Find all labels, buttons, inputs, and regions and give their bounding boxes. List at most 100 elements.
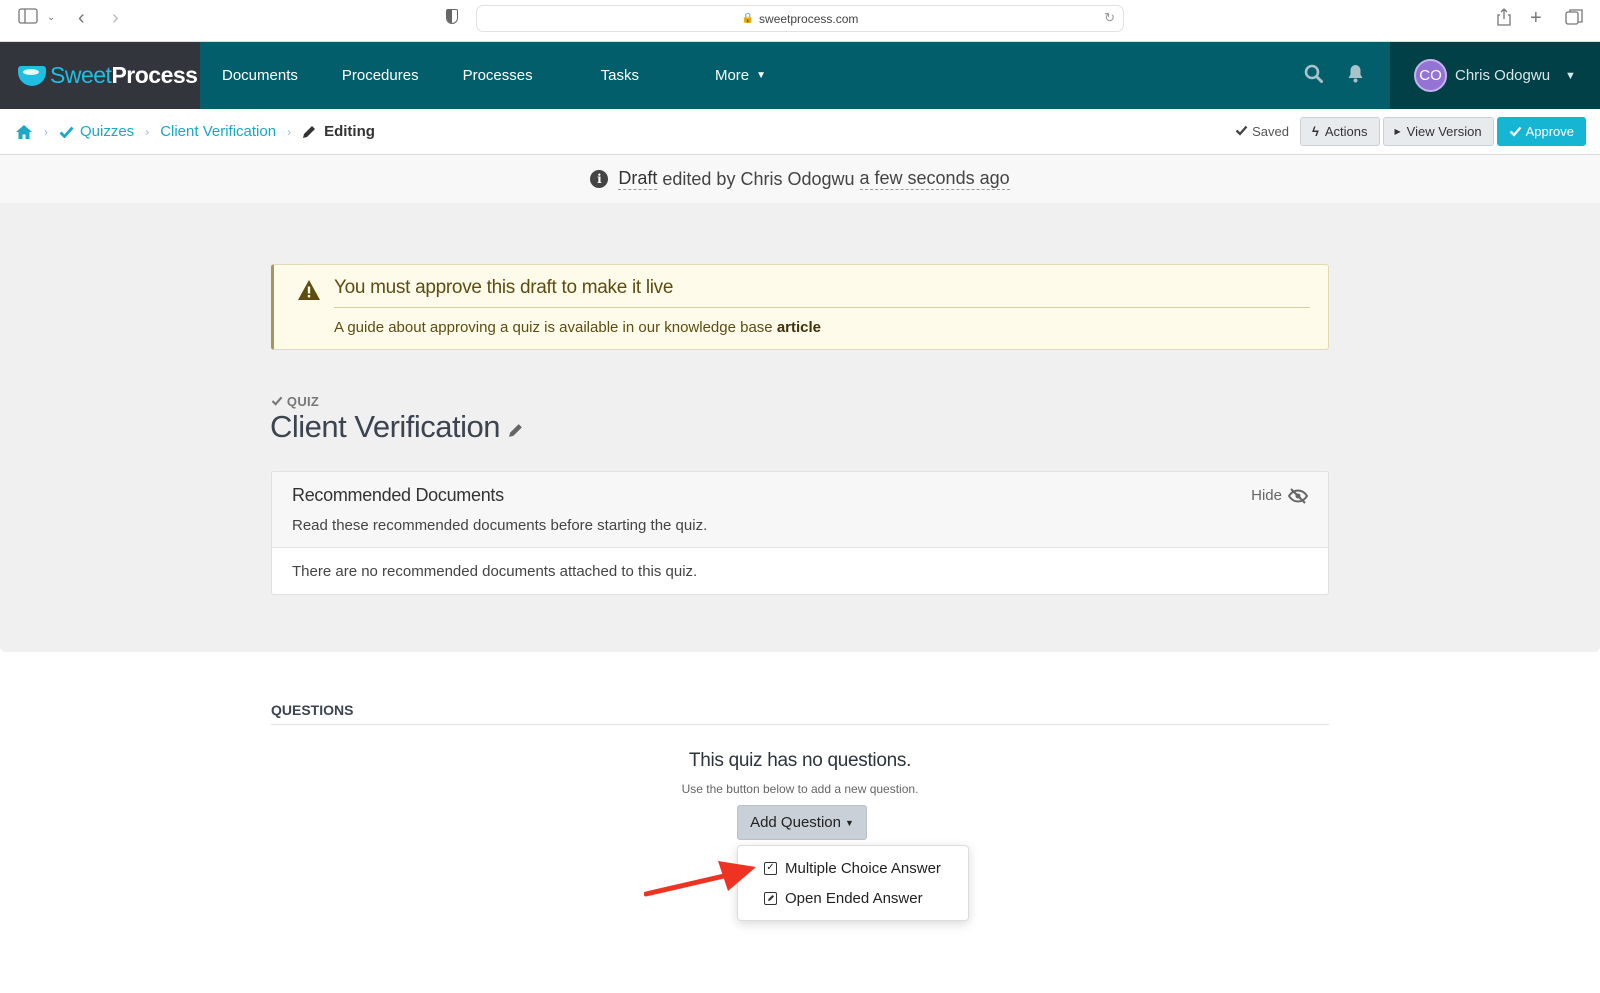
breadcrumb-separator: › — [145, 124, 150, 139]
caret-right-icon: ▶ — [1394, 127, 1401, 136]
nav-processes-label: Processes — [462, 67, 533, 84]
draft-status-bar: i Draft edited by Chris Odogwu a few sec… — [0, 155, 1600, 203]
breadcrumb-separator: › — [287, 124, 292, 139]
sidebar-toggle-icon[interactable] — [18, 8, 38, 30]
article-link[interactable]: article — [777, 319, 821, 336]
user-menu[interactable]: CO Chris Odogwu ▼ — [1390, 42, 1600, 109]
add-question-label: Add Question — [750, 814, 841, 831]
breadcrumb-quizzes[interactable]: Quizzes — [59, 123, 134, 140]
saved-label: Saved — [1252, 124, 1289, 139]
check-icon — [1509, 126, 1521, 137]
reload-icon[interactable]: ↻ — [1104, 10, 1115, 26]
recommended-subtitle: Read these recommended documents before … — [292, 517, 708, 534]
user-name: Chris Odogwu — [1455, 67, 1551, 84]
document-kind: QUIZ — [271, 394, 319, 409]
check-icon — [1236, 125, 1248, 136]
saved-status: Saved — [1235, 124, 1289, 139]
breadcrumb-separator: › — [44, 124, 48, 139]
approval-alert: You must approve this draft to make it l… — [271, 264, 1329, 350]
breadcrumb-bar: › Quizzes › Client Verification › Editin… — [0, 109, 1600, 155]
chevron-down-icon: ▼ — [1565, 69, 1576, 82]
home-icon[interactable] — [15, 124, 33, 140]
url-text: sweetprocess.com — [759, 11, 859, 26]
eye-slash-icon — [1288, 487, 1308, 504]
quiz-overview: You must approve this draft to make it l… — [0, 203, 1600, 652]
chevron-down-icon: ▼ — [756, 70, 767, 81]
new-tab-icon[interactable]: + — [1530, 8, 1542, 28]
alert-title: You must approve this draft to make it l… — [334, 277, 674, 298]
nav-more-label: More — [714, 67, 750, 84]
view-version-label: View Version — [1406, 124, 1482, 139]
main-navbar: Sweet Process Documents Procedures Proces… — [0, 42, 1600, 109]
forward-icon[interactable]: › — [112, 8, 119, 28]
menu-item-open-ended-label: Open Ended Answer — [785, 889, 923, 907]
alert-divider — [334, 307, 1310, 308]
add-question-dropdown: ✓ Multiple Choice Answer Open Ended Answ… — [737, 845, 969, 921]
actions-button[interactable]: ϟ Actions — [1299, 117, 1380, 146]
view-version-button[interactable]: ▶ View Version — [1382, 117, 1494, 146]
menu-item-multiple-choice[interactable]: ✓ Multiple Choice Answer — [738, 853, 968, 883]
menu-item-open-ended[interactable]: Open Ended Answer — [738, 883, 968, 913]
page-title: Client Verification — [270, 409, 524, 445]
alert-body-text: A guide about approving a quiz is availa… — [334, 319, 773, 336]
info-icon: i — [590, 170, 609, 188]
nav-documents-label: Documents — [222, 67, 298, 84]
nav-procedures-label: Procedures — [341, 67, 419, 84]
edit-box-icon — [764, 891, 777, 905]
cup-logo-icon — [18, 65, 46, 86]
nav-tasks-label: Tasks — [600, 67, 639, 84]
bolt-icon: ϟ — [1311, 124, 1319, 139]
check-icon — [271, 396, 283, 406]
warning-icon — [298, 280, 320, 300]
bell-icon[interactable] — [1335, 64, 1376, 88]
nav-menu: Documents Procedures Processes Tasks Mor… — [200, 42, 788, 109]
address-bar[interactable]: 🔒 sweetprocess.com ↻ — [476, 5, 1124, 32]
document-kind-label: QUIZ — [286, 394, 320, 409]
chevron-down-icon[interactable]: ⌄ — [47, 8, 55, 28]
questions-section: QUESTIONS This quiz has no questions. Us… — [0, 652, 1600, 952]
pencil-icon — [303, 126, 316, 138]
approve-label: Approve — [1525, 124, 1574, 139]
alert-body: A guide about approving a quiz is availa… — [334, 319, 821, 336]
actions-label: Actions — [1324, 124, 1368, 139]
nav-processes[interactable]: Processes — [441, 67, 555, 84]
breadcrumb-quizzes-label: Quizzes — [80, 123, 135, 140]
nav-procedures[interactable]: Procedures — [320, 67, 441, 84]
hide-label: Hide — [1251, 487, 1282, 504]
logo-process-text: Process — [111, 62, 198, 88]
questions-heading: QUESTIONS — [271, 702, 1329, 725]
nav-tasks[interactable]: Tasks — [555, 67, 661, 84]
logo-sweet-text: Sweet — [50, 62, 112, 88]
search-icon[interactable] — [1292, 64, 1335, 88]
lock-icon: 🔒 — [741, 13, 755, 24]
approve-button[interactable]: Approve — [1496, 117, 1586, 146]
breadcrumb-client-verification-label: Client Verification — [160, 123, 277, 140]
logo[interactable]: Sweet Process — [0, 42, 200, 109]
privacy-shield-icon[interactable] — [446, 9, 458, 24]
recommended-empty-text: There are no recommended documents attac… — [292, 563, 698, 580]
questions-empty-title: This quiz has no questions. — [688, 750, 912, 771]
breadcrumb-client-verification[interactable]: Client Verification — [160, 123, 276, 140]
edit-title-icon[interactable] — [508, 422, 524, 438]
browser-toolbar: ⌄ ‹ › 🔒 sweetprocess.com ↻ + — [0, 0, 1600, 42]
recommended-documents-panel: Recommended Documents Read these recomme… — [271, 471, 1329, 595]
hide-recommended-button[interactable]: Hide — [1251, 487, 1308, 504]
back-icon[interactable]: ‹ — [78, 8, 85, 28]
page-title-text: Client Verification — [270, 409, 501, 444]
questions-empty-subtitle: Use the button below to add a new questi… — [681, 782, 919, 796]
breadcrumb-current: Editing — [302, 123, 375, 140]
draft-time[interactable]: a few seconds ago — [859, 168, 1010, 190]
menu-item-multiple-choice-label: Multiple Choice Answer — [785, 859, 941, 877]
red-arrow-annotation — [644, 861, 756, 897]
tabs-overview-icon[interactable] — [1565, 8, 1583, 32]
checkbox-icon: ✓ — [764, 861, 777, 875]
add-question-button[interactable]: Add Question ▼ — [737, 805, 867, 840]
breadcrumb-current-label: Editing — [324, 123, 375, 140]
recommended-title: Recommended Documents — [292, 485, 504, 505]
nav-more[interactable]: More ▼ — [661, 67, 788, 84]
draft-edited-by: edited by Chris Odogwu — [662, 168, 855, 189]
check-icon — [59, 126, 74, 138]
share-icon[interactable] — [1496, 8, 1512, 32]
nav-documents[interactable]: Documents — [200, 67, 320, 84]
draft-status[interactable]: Draft — [618, 168, 658, 190]
